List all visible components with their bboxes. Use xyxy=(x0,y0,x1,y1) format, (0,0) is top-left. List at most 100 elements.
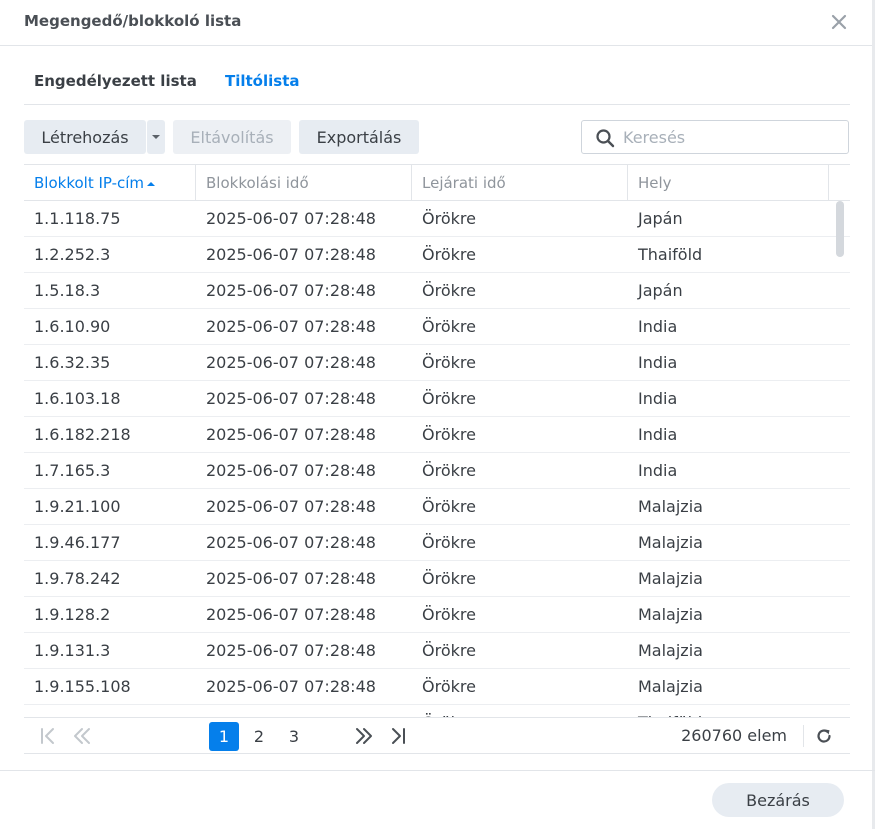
cell-block-time: 2025-06-07 07:28:48 xyxy=(206,461,376,480)
cell-expiry: Örökre xyxy=(422,677,476,696)
table-row[interactable]: 1.6.10.90 2025-06-07 07:28:48 Örökre India xyxy=(24,309,850,345)
table-row[interactable]: 1.9.21.100 2025-06-07 07:28:48 Örökre Malaj… xyxy=(24,489,850,525)
cell-location: Malajzia xyxy=(638,497,703,516)
table-header: Blokkolt IP-cím Blokkolási idő Lejárati … xyxy=(24,164,850,201)
cell-location: India xyxy=(638,425,678,444)
cell-expiry: Örökre xyxy=(422,605,476,624)
dialog-title: Megengedő/blokkoló lista xyxy=(24,12,242,30)
close-icon[interactable] xyxy=(829,12,849,32)
export-button[interactable]: Exportálás xyxy=(299,120,419,154)
cell-block-time: 2025-06-07 07:28:48 xyxy=(206,425,376,444)
column-label-ip: Blokkolt IP-cím xyxy=(34,174,145,192)
cell-block-time: 2025-06-07 07:28:48 xyxy=(206,209,376,228)
cell-ip: 1.9.128.2 xyxy=(34,605,111,624)
table-row[interactable]: 1.5.18.3 2025-06-07 07:28:48 Örökre Japán xyxy=(24,273,850,309)
cell-location: Thaiföld xyxy=(628,705,829,717)
search-input[interactable] xyxy=(623,126,838,148)
cell-ip: 1.9.21.100 xyxy=(34,497,121,516)
cell-location: India xyxy=(638,389,678,408)
cell-expiry: Örökre xyxy=(422,317,476,336)
cell-ip: 1.9.78.242 xyxy=(34,569,121,588)
table-row[interactable]: 1.6.182.218 2025-06-07 07:28:48 Örökre Indi… xyxy=(24,417,850,453)
cell-block-time: 2025-06-07 07:28:48 xyxy=(206,353,376,372)
cell-block-time: 2025-06-07 07:28:48 xyxy=(206,389,376,408)
table-row[interactable]: 1.7.165.3 2025-06-07 07:28:48 Örökre India xyxy=(24,453,850,489)
cell-block-time: 2025-06-07 07:28:48 xyxy=(206,569,376,588)
cell-ip: 1.9.46.177 xyxy=(34,533,121,552)
cell-ip: 1.6.182.218 xyxy=(34,425,131,444)
table-row[interactable]: 1.9.46.177 2025-06-07 07:28:48 Örökre Malaj… xyxy=(24,525,850,561)
column-header-ip[interactable]: Blokkolt IP-cím xyxy=(24,165,196,201)
table-row[interactable]: 1.2.252.3 2025-06-07 07:28:48 Örökre Thaifö… xyxy=(24,237,850,273)
table-row[interactable]: 1.6.32.35 2025-06-07 07:28:48 Örökre India xyxy=(24,345,850,381)
cell-location: Malajzia xyxy=(638,641,703,660)
table-row[interactable]: ÖrökreThaiföld xyxy=(24,705,850,717)
cell-ip: 1.7.165.3 xyxy=(34,461,111,480)
search-box[interactable] xyxy=(581,120,849,154)
cell-location: India xyxy=(638,353,678,372)
cell-expiry: Örökre xyxy=(422,245,476,264)
previous-page-icon[interactable] xyxy=(72,726,92,746)
cell-location: India xyxy=(638,461,678,480)
cell-expiry: Örökre xyxy=(422,497,476,516)
last-page-icon[interactable] xyxy=(388,726,408,746)
table-row[interactable]: 1.1.118.75 2025-06-07 07:28:48 Örökre Japán xyxy=(24,201,850,237)
cell-ip: 1.1.118.75 xyxy=(34,209,121,228)
cell-expiry: Örökre xyxy=(422,281,476,300)
cell-expiry: Örökre xyxy=(422,569,476,588)
page-button-1[interactable]: 1 xyxy=(209,722,239,751)
column-header-block-time[interactable]: Blokkolási idő xyxy=(196,165,412,201)
table-row[interactable]: 1.9.155.108 2025-06-07 07:28:48 Örökre Mala… xyxy=(24,669,850,705)
cell-block-time: 2025-06-07 07:28:48 xyxy=(206,641,376,660)
cell-expiry: Örökre xyxy=(422,533,476,552)
cell-location: Japán xyxy=(638,209,683,228)
cell-ip: 1.9.131.3 xyxy=(34,641,111,660)
tab-bar: Engedélyezett lista Tiltólista xyxy=(24,62,850,105)
cell-location: Malajzia xyxy=(638,569,703,588)
cell-expiry: Örökre xyxy=(422,425,476,444)
cell-location: Thaiföld xyxy=(638,245,703,264)
table-row[interactable]: 1.9.128.2 2025-06-07 07:28:48 Örökre Malajz… xyxy=(24,597,850,633)
cell-expiry: Örökre xyxy=(412,705,628,717)
cell-block-time: 2025-06-07 07:28:48 xyxy=(206,533,376,552)
pagination-bar: 1 2 3 260760 elem xyxy=(24,717,850,754)
cell-expiry: Örökre xyxy=(422,209,476,228)
cell-block-time: 2025-06-07 07:28:48 xyxy=(206,317,376,336)
vertical-scrollbar[interactable] xyxy=(836,201,844,257)
cell-block-time: 2025-06-07 07:28:48 xyxy=(206,605,376,624)
remove-button[interactable]: Eltávolítás xyxy=(173,120,291,154)
cell-ip: 1.5.18.3 xyxy=(34,281,101,300)
cell-ip: 1.6.103.18 xyxy=(34,389,121,408)
cell-location: Malajzia xyxy=(638,533,703,552)
column-header-expiry[interactable]: Lejárati idő xyxy=(412,165,628,201)
column-header-location[interactable]: Hely xyxy=(628,165,829,201)
tab-allow-list[interactable]: Engedélyezett lista xyxy=(34,72,197,90)
create-dropdown-button[interactable] xyxy=(147,120,165,154)
cell-block-time: 2025-06-07 07:28:48 xyxy=(206,281,376,300)
table-row[interactable]: 1.9.131.3 2025-06-07 07:28:48 Örökre Malajz… xyxy=(24,633,850,669)
next-page-icon[interactable] xyxy=(354,726,374,746)
footer-divider xyxy=(0,770,875,771)
table-body: 1.1.118.75 2025-06-07 07:28:48 Örökre Japán… xyxy=(24,201,850,717)
table-row[interactable]: 1.6.103.18 2025-06-07 07:28:48 Örökre India xyxy=(24,381,850,417)
tab-block-list[interactable]: Tiltólista xyxy=(225,72,300,90)
cell-location: India xyxy=(638,317,678,336)
page-button-3[interactable]: 3 xyxy=(279,722,309,751)
cell-block-time: 2025-06-07 07:28:48 xyxy=(206,677,376,696)
sort-ascending-icon xyxy=(147,181,156,186)
cell-location: Malajzia xyxy=(638,605,703,624)
cell-ip: 1.6.10.90 xyxy=(34,317,111,336)
close-button[interactable]: Bezárás xyxy=(712,783,844,817)
table-row[interactable]: 1.9.78.242 2025-06-07 07:28:48 Örökre Malaj… xyxy=(24,561,850,597)
cell-block-time: 2025-06-07 07:28:48 xyxy=(206,497,376,516)
refresh-icon[interactable] xyxy=(814,726,834,746)
page-button-2[interactable]: 2 xyxy=(244,722,274,751)
cell-ip: 1.9.155.108 xyxy=(34,677,131,696)
dialog-title-bar: Megengedő/blokkoló lista xyxy=(0,0,875,46)
cell-expiry: Örökre xyxy=(422,641,476,660)
cell-expiry: Örökre xyxy=(422,353,476,372)
create-button[interactable]: Létrehozás xyxy=(24,120,146,154)
first-page-icon[interactable] xyxy=(38,726,58,746)
cell-ip: 1.2.252.3 xyxy=(34,245,111,264)
cell-location: Malajzia xyxy=(638,677,703,696)
